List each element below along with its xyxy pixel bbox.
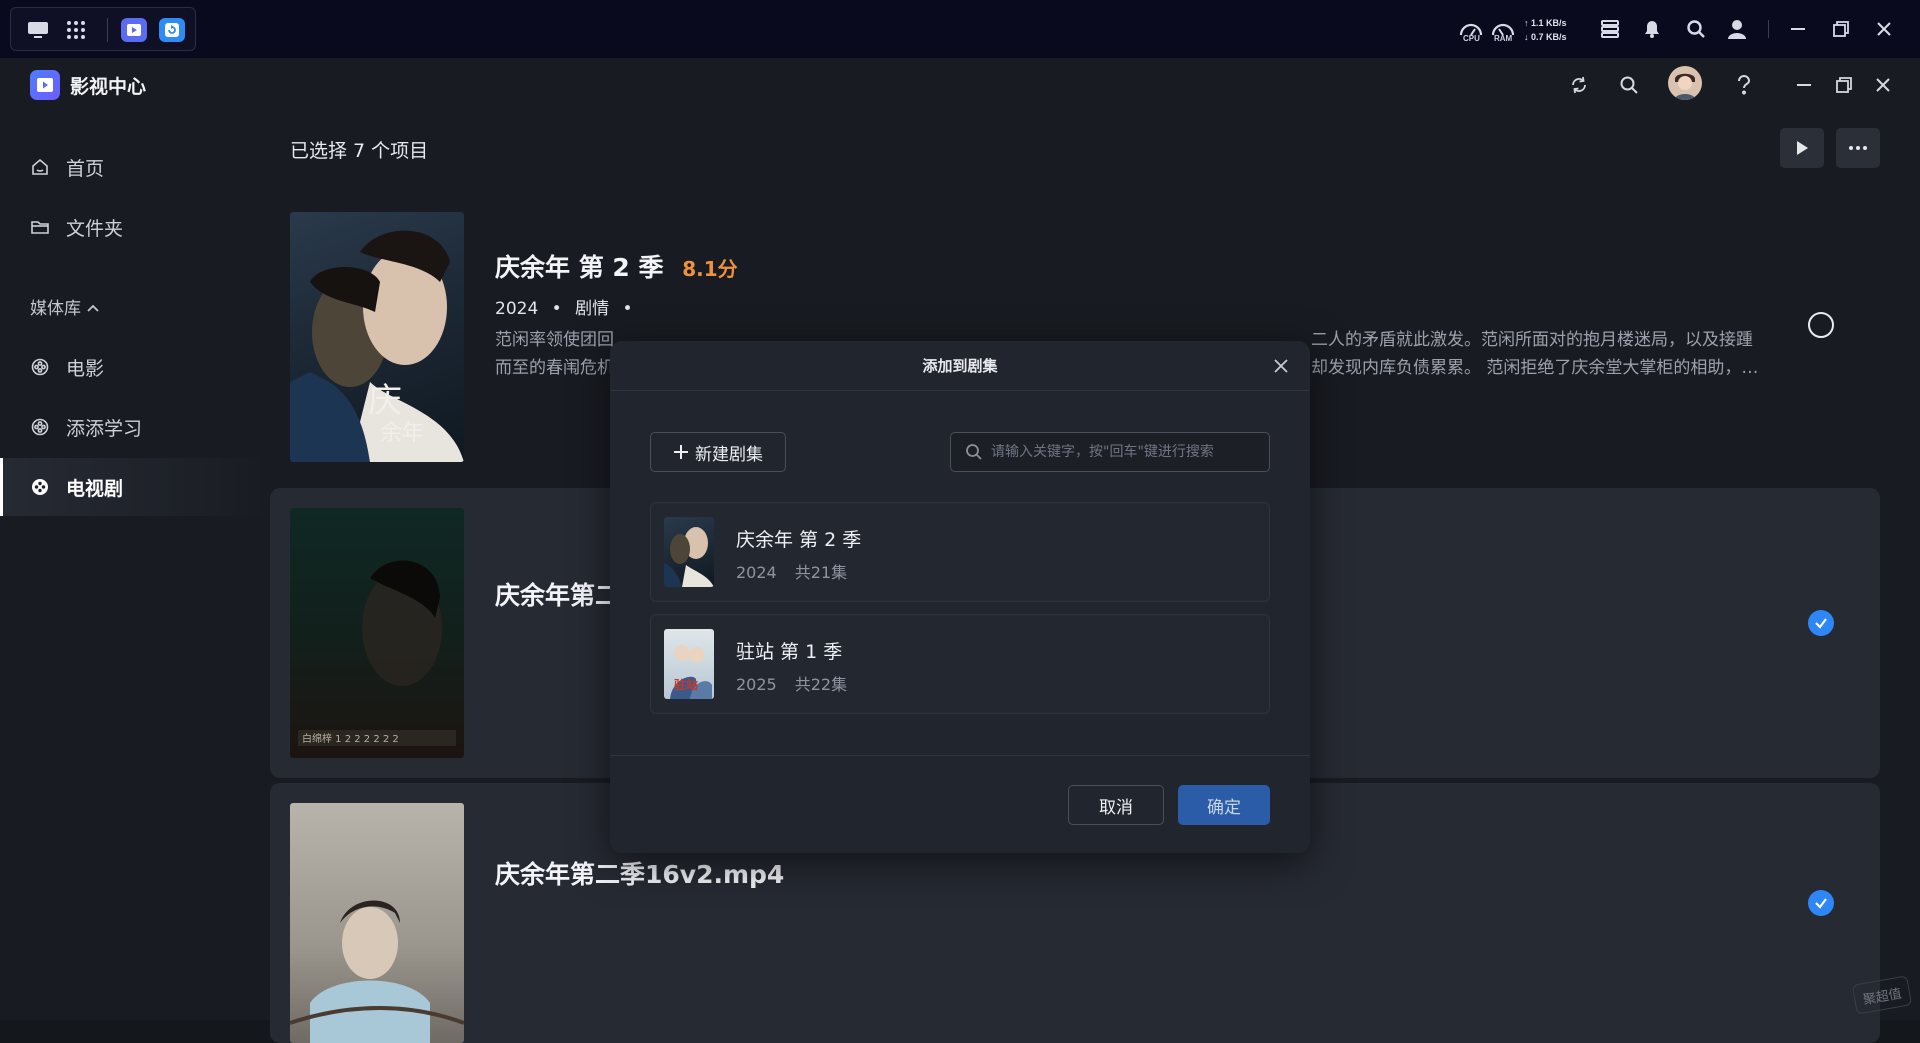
title-text: 庆余年 第 2 季 bbox=[495, 253, 664, 282]
series-year: 2025 bbox=[736, 675, 777, 694]
sidebar-item-study[interactable]: 添添学习 bbox=[0, 398, 270, 456]
plus-icon bbox=[674, 445, 688, 459]
search-icon[interactable] bbox=[1683, 16, 1709, 42]
video-center-logo-icon bbox=[30, 70, 60, 100]
apps-grid-icon[interactable] bbox=[63, 18, 89, 42]
play-icon bbox=[1797, 141, 1808, 155]
cancel-button[interactable]: 取消 bbox=[1068, 785, 1164, 825]
folder-icon bbox=[30, 217, 50, 237]
desc-line: 范闲率领使团回 bbox=[495, 330, 614, 350]
dialog-footer-divider bbox=[610, 755, 1310, 756]
year-text: 2024 bbox=[495, 299, 539, 319]
bell-icon[interactable] bbox=[1639, 16, 1665, 42]
series-meta: 2025 共22集 bbox=[736, 671, 865, 695]
svg-text:余年: 余年 bbox=[380, 421, 424, 446]
new-series-label: 新建剧集 bbox=[695, 444, 763, 465]
ram-label: RAM bbox=[1494, 34, 1513, 43]
net-down-value: 0.7 KB/s bbox=[1531, 32, 1567, 42]
desktop-icon[interactable] bbox=[25, 18, 51, 42]
user-icon[interactable] bbox=[1724, 16, 1750, 42]
net-download-rate: ↓ 0.7 KB/s bbox=[1524, 32, 1567, 42]
dialog-close-button[interactable] bbox=[1266, 351, 1296, 381]
sidebar-item-movies[interactable]: 电影 bbox=[0, 338, 270, 396]
video-center-window: 影视中心 首页 文件夹 媒体库 电影 添添学习 电视剧 已选择 7 个项目 庆 … bbox=[0, 58, 1920, 1043]
series-list-item[interactable]: 庆余年 第 2 季 2024 共21集 bbox=[650, 502, 1270, 602]
poster-image: 白绵梓 1 2 2 2 2 2 2 bbox=[290, 508, 464, 758]
poster-image bbox=[290, 803, 464, 1043]
series-meta: 2024 共21集 bbox=[736, 559, 865, 583]
os-restore-icon[interactable] bbox=[1828, 16, 1854, 42]
series-episodes: 共21集 bbox=[794, 563, 848, 582]
check-icon bbox=[1815, 618, 1827, 629]
select-checkbox[interactable] bbox=[1808, 610, 1834, 636]
confirm-button[interactable]: 确定 bbox=[1178, 785, 1270, 825]
select-checkbox[interactable] bbox=[1808, 312, 1834, 338]
dialog-title: 添加到剧集 bbox=[922, 357, 998, 375]
row-title: 庆余年第二季16v2.mp4 bbox=[495, 860, 785, 889]
app-launcher-bar bbox=[10, 7, 196, 51]
rating-text: 8.1分 bbox=[682, 257, 738, 281]
sidebar-item-tv-series[interactable]: 电视剧 bbox=[0, 458, 270, 516]
dialog-header: 添加到剧集 bbox=[610, 341, 1310, 391]
play-button[interactable] bbox=[1780, 128, 1824, 168]
launcher-divider bbox=[107, 18, 108, 42]
row-title: 庆余年 第 2 季 8.1分 bbox=[495, 248, 738, 284]
desc-line: 却发现内库负债累累。 范闲拒绝了庆余堂大掌柜的相助，… bbox=[1311, 358, 1759, 378]
add-to-series-dialog: 添加到剧集 新建剧集 庆余年 第 2 季 2024 共21集 驻站 bbox=[610, 341, 1310, 853]
close-icon bbox=[1274, 359, 1288, 373]
video-center-app-icon[interactable] bbox=[121, 18, 147, 42]
net-up-value: 1.1 KB/s bbox=[1531, 18, 1567, 28]
app-title: 影视中心 bbox=[70, 75, 147, 98]
series-thumbnail: 驻站 bbox=[664, 629, 714, 699]
desc-line: 二人的矛盾就此激发。范闲所面对的抱月楼迷局，以及接踵 bbox=[1311, 330, 1753, 350]
svg-text:白绵梓 1 2 2 2 2 2 2: 白绵梓 1 2 2 2 2 2 2 bbox=[302, 732, 399, 745]
more-button[interactable] bbox=[1836, 128, 1880, 168]
svg-text:庆: 庆 bbox=[368, 381, 402, 421]
series-episodes: 共22集 bbox=[794, 675, 848, 694]
series-name: 庆余年 第 2 季 bbox=[736, 529, 862, 551]
series-year: 2024 bbox=[736, 563, 777, 582]
sync-app-icon[interactable] bbox=[159, 18, 185, 42]
genre-text: 剧情 bbox=[575, 299, 610, 319]
poster-image: 庆 余年 bbox=[290, 212, 464, 462]
selection-count-text: 已选择 7 个项目 bbox=[290, 140, 429, 162]
film-reel-icon bbox=[30, 417, 50, 437]
row-title: 庆余年第二 bbox=[495, 581, 621, 610]
chevron-up-icon bbox=[87, 297, 99, 317]
series-list-item[interactable]: 驻站 驻站 第 1 季 2025 共22集 bbox=[650, 614, 1270, 714]
select-checkbox[interactable] bbox=[1808, 890, 1834, 916]
os-taskbar: CPU RAM ↑ 1.1 KB/s ↓ 0.7 KB/s bbox=[0, 0, 1920, 58]
sidebar-item-label: 首页 bbox=[66, 157, 105, 180]
app-brand: 影视中心 bbox=[30, 70, 146, 100]
sidebar-item-folder[interactable]: 文件夹 bbox=[0, 198, 270, 256]
section-label: 媒体库 bbox=[30, 299, 81, 319]
os-minimize-icon[interactable] bbox=[1785, 16, 1811, 42]
home-icon bbox=[30, 157, 50, 177]
cpu-label: CPU bbox=[1463, 34, 1480, 43]
os-close-icon[interactable] bbox=[1871, 16, 1897, 42]
film-reel-icon bbox=[30, 357, 50, 377]
sidebar-item-label: 文件夹 bbox=[66, 217, 124, 240]
new-series-button[interactable]: 新建剧集 bbox=[650, 432, 786, 472]
sidebar-item-label: 添添学习 bbox=[66, 417, 143, 440]
task-list-icon[interactable] bbox=[1597, 16, 1623, 42]
desc-line: 而至的春闱危机 bbox=[495, 358, 614, 378]
os-bar-divider bbox=[1768, 20, 1769, 38]
series-thumbnail bbox=[664, 517, 714, 587]
net-upload-rate: ↑ 1.1 KB/s bbox=[1524, 18, 1567, 28]
film-reel-icon bbox=[30, 477, 50, 497]
more-dots-icon bbox=[1849, 146, 1867, 150]
sidebar-item-home[interactable]: 首页 bbox=[0, 138, 270, 196]
series-search-input[interactable] bbox=[991, 444, 1261, 460]
svg-text:驻站: 驻站 bbox=[674, 677, 698, 692]
series-name: 驻站 第 1 季 bbox=[736, 641, 843, 663]
row-meta: 2024 • 剧情 • bbox=[495, 299, 633, 319]
series-search-box bbox=[950, 432, 1270, 472]
sidebar-item-label: 电视剧 bbox=[66, 477, 124, 500]
sidebar-item-label: 电影 bbox=[66, 357, 105, 380]
sidebar: 影视中心 首页 文件夹 媒体库 电影 添添学习 电视剧 bbox=[0, 58, 270, 1020]
media-library-section-toggle[interactable]: 媒体库 bbox=[30, 294, 99, 319]
search-icon bbox=[966, 444, 982, 460]
check-icon bbox=[1815, 898, 1827, 909]
